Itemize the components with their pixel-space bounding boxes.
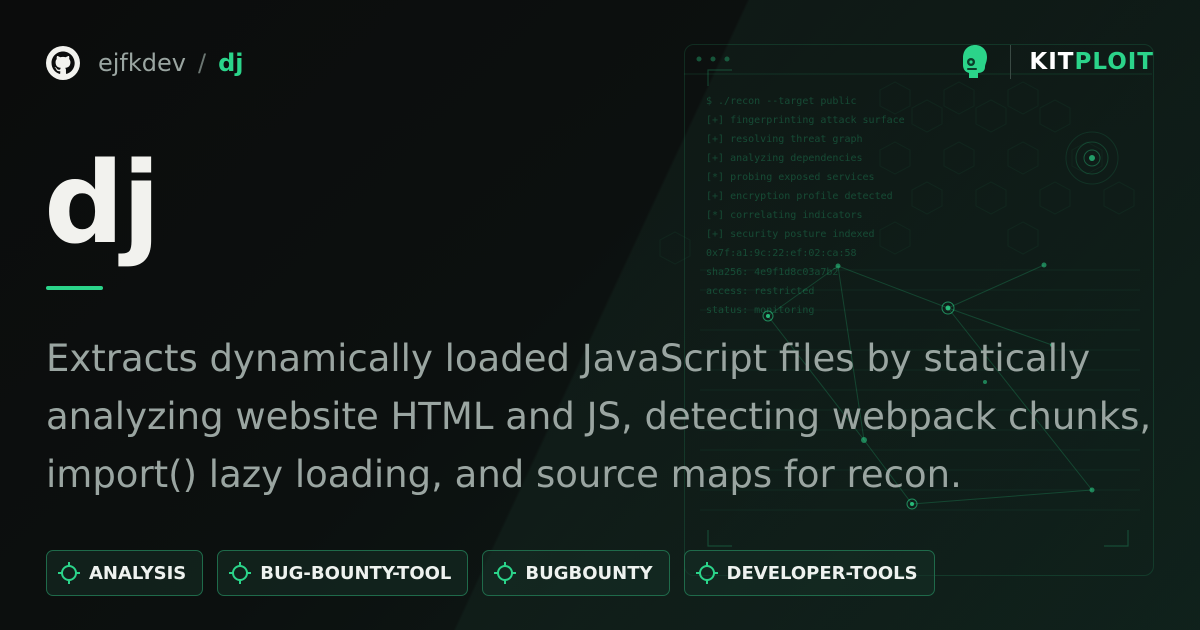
crosshair-icon — [695, 562, 718, 584]
terminal-line: [+] analyzing dependencies — [706, 153, 863, 164]
window-dot-icon — [696, 56, 702, 62]
repo-description: Extracts dynamically loaded JavaScript f… — [46, 337, 1152, 496]
tag-label: DEVELOPER-TOOLS — [726, 562, 918, 584]
repo-name: dj — [218, 49, 244, 77]
terminal-line: [+] security posture indexed — [706, 229, 875, 240]
kitploit-brand: KIT PLOIT — [956, 42, 1154, 82]
terminal-line: 0x7f:a1:9c:22:ef:02:ca:58 — [706, 248, 857, 259]
terminal-line: status: monitoring — [706, 305, 815, 316]
crosshair-icon — [229, 562, 252, 584]
terminal-line: sha256: 4e9f1d8c03a7b2 — [706, 267, 839, 278]
terminal-line: [+] encryption profile detected — [706, 191, 893, 202]
tag-label: ANALYSIS — [89, 562, 187, 584]
terminal-line: [+] resolving threat graph — [706, 134, 863, 145]
tag-label: BUGBOUNTY — [525, 562, 653, 584]
terminal-line: [*] probing exposed services — [706, 172, 875, 183]
terminal-log-lines: $ ./recon --target public [+] fingerprint… — [706, 92, 905, 320]
repo-path: ejfkdev / dj — [46, 46, 243, 80]
social-card: $ ./recon --target public [+] fingerprint… — [0, 0, 1200, 630]
brand-divider — [1010, 45, 1012, 79]
tag-bug-bounty-tool[interactable]: BUG-BOUNTY-TOOL — [217, 550, 469, 596]
page-title: dj — [44, 139, 161, 269]
network-graph-decoration — [659, 56, 1152, 547]
brand-ploit-text: PLOIT — [1074, 49, 1154, 75]
path-separator: / — [197, 49, 207, 77]
window-dot-icon — [724, 56, 730, 62]
terminal-line: $ ./recon --target public — [706, 96, 857, 107]
repo-owner: ejfkdev — [98, 49, 186, 77]
tag-label: BUG-BOUNTY-TOOL — [260, 562, 452, 584]
title-underline — [46, 286, 103, 290]
kitploit-mascot-icon — [963, 45, 988, 78]
topic-tags: ANALYSIS BUG-BOUNTY-TOOL BUGBOUNTY DEVEL… — [46, 550, 935, 596]
brand-kit-text: KIT — [1029, 49, 1075, 75]
window-dot-icon — [710, 56, 716, 62]
github-icon — [46, 46, 80, 80]
terminal-line: access: restricted — [706, 286, 815, 297]
terminal-line: [*] correlating indicators — [706, 210, 863, 221]
tag-developer-tools[interactable]: DEVELOPER-TOOLS — [683, 550, 935, 596]
tag-analysis[interactable]: ANALYSIS — [46, 550, 204, 596]
terminal-line: [+] fingerprinting attack surface — [706, 115, 905, 126]
tag-bugbounty[interactable]: BUGBOUNTY — [482, 550, 670, 596]
crosshair-icon — [494, 562, 517, 584]
crosshair-icon — [58, 562, 80, 584]
